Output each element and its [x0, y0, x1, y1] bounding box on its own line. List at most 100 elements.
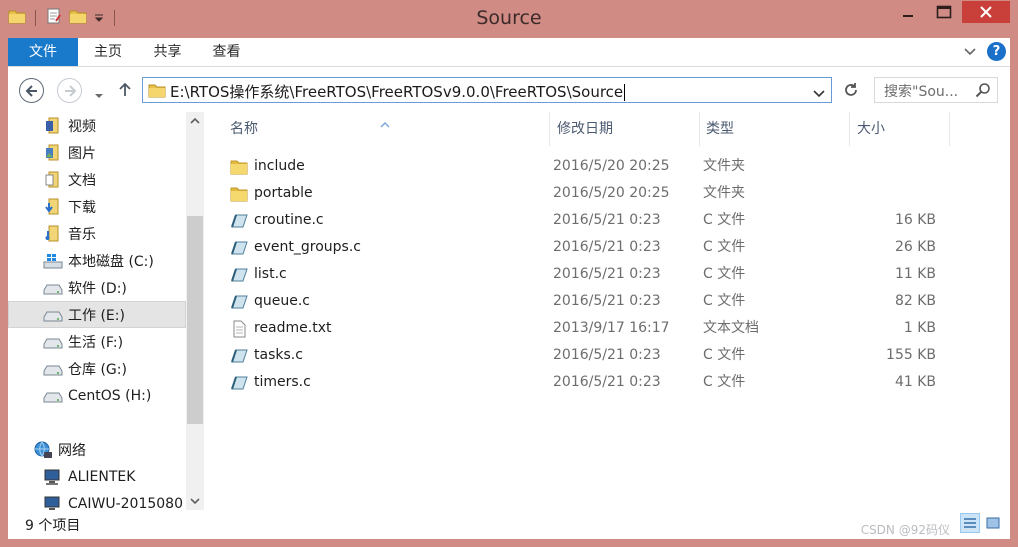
- file-name: list.c: [254, 266, 287, 282]
- watermark: CSDN @92码仪: [860, 523, 950, 537]
- search-placeholder: 搜索"Sou...: [884, 84, 959, 100]
- column-divider[interactable]: [849, 112, 850, 146]
- sidebar-item-downloads[interactable]: 下载: [8, 193, 186, 220]
- minimize-button[interactable]: [890, 1, 926, 23]
- file-row-list[interactable]: list.c 2016/5/21 0:23 C 文件 11 KB: [230, 261, 970, 288]
- view-switcher: [960, 513, 1003, 533]
- file-date: 2016/5/20 20:25: [553, 185, 670, 201]
- sidebar-item-network[interactable]: 网络: [8, 436, 186, 463]
- file-row-portable[interactable]: portable 2016/5/20 20:25 文件夹: [230, 180, 970, 207]
- file-size: 11 KB: [894, 266, 936, 282]
- tab-view[interactable]: 查看: [197, 38, 256, 66]
- file-row-timers[interactable]: timers.c 2016/5/21 0:23 C 文件 41 KB: [230, 369, 970, 396]
- sidebar-item-label: CAIWU-2015080: [68, 495, 183, 511]
- refresh-button[interactable]: [840, 79, 862, 101]
- folder-icon: [230, 158, 248, 176]
- file-type: 文本文档: [703, 320, 759, 336]
- file-date: 2016/5/21 0:23: [553, 266, 661, 282]
- help-icon[interactable]: ?: [987, 42, 1006, 61]
- column-divider[interactable]: [549, 112, 550, 146]
- file-date: 2016/5/21 0:23: [553, 239, 661, 255]
- sidebar-item-drive-d[interactable]: 软件 (D:): [8, 274, 186, 301]
- file-row-tasks[interactable]: tasks.c 2016/5/21 0:23 C 文件 155 KB: [230, 342, 970, 369]
- file-size: 16 KB: [894, 212, 936, 228]
- sidebar-item-label: 软件 (D:): [68, 280, 127, 297]
- forward-button[interactable]: [57, 78, 82, 103]
- folder-icon: [148, 81, 166, 103]
- sidebar-item-alientek[interactable]: ALIENTEK: [8, 463, 186, 490]
- expand-ribbon-icon[interactable]: [963, 42, 977, 61]
- file-row-readme[interactable]: readme.txt 2013/9/17 16:17 文本文档 1 KB: [230, 315, 970, 342]
- file-name: queue.c: [254, 293, 311, 309]
- sidebar-item-videos[interactable]: 视频: [8, 112, 186, 139]
- window-title: Source: [476, 7, 542, 29]
- large-icons-view-button[interactable]: [983, 513, 1003, 533]
- tab-file[interactable]: 文件: [8, 38, 78, 66]
- file-size: 155 KB: [886, 347, 936, 363]
- sidebar-item-drive-g[interactable]: 仓库 (G:): [8, 355, 186, 382]
- column-header-date[interactable]: 修改日期: [557, 112, 613, 146]
- drive-icon: [42, 333, 64, 351]
- sidebar-item-caiwu[interactable]: CAIWU-2015080: [8, 490, 186, 510]
- windows-drive-icon: [42, 252, 64, 270]
- file-size: 82 KB: [894, 293, 936, 309]
- back-button[interactable]: [19, 78, 44, 103]
- sidebar-item-drive-f[interactable]: 生活 (F:): [8, 328, 186, 355]
- tab-share[interactable]: 共享: [138, 38, 197, 66]
- item-count: 9 个项目: [25, 518, 81, 534]
- file-date: 2016/5/21 0:23: [553, 347, 661, 363]
- sidebar-item-music[interactable]: 音乐: [8, 220, 186, 247]
- tab-home[interactable]: 主页: [78, 38, 138, 66]
- file-row-queue[interactable]: queue.c 2016/5/21 0:23 C 文件 82 KB: [230, 288, 970, 315]
- details-view-button[interactable]: [960, 513, 980, 533]
- search-icon[interactable]: [975, 82, 991, 102]
- column-header-type[interactable]: 类型: [706, 112, 734, 146]
- sidebar-item-label: 网络: [58, 442, 86, 459]
- search-input[interactable]: 搜索"Sou...: [874, 77, 998, 103]
- file-list: 名称 修改日期 类型 大小 include 2016/5/20 20:25 文件…: [205, 112, 1010, 510]
- column-header-size[interactable]: 大小: [857, 112, 885, 146]
- sidebar-item-label: 下载: [68, 199, 96, 216]
- recent-locations-icon[interactable]: [94, 85, 104, 104]
- sidebar-item-documents[interactable]: 文档: [8, 166, 186, 193]
- file-type: C 文件: [703, 374, 746, 390]
- sidebar-item-drive-h[interactable]: CentOS (H:): [8, 382, 186, 409]
- file-type: C 文件: [703, 347, 746, 363]
- file-name: event_groups.c: [254, 239, 361, 255]
- sidebar-item-pictures[interactable]: 图片: [8, 139, 186, 166]
- column-divider[interactable]: [699, 112, 700, 146]
- file-name: include: [254, 158, 305, 174]
- file-size: 26 KB: [894, 239, 936, 255]
- file-type: 文件夹: [703, 158, 745, 174]
- file-row-event-groups[interactable]: event_groups.c 2016/5/21 0:23 C 文件 26 KB: [230, 234, 970, 261]
- scroll-down-icon[interactable]: [186, 492, 204, 510]
- column-header-name[interactable]: 名称: [230, 112, 258, 146]
- file-date: 2016/5/21 0:23: [553, 212, 661, 228]
- sidebar-item-label: 生活 (F:): [68, 334, 124, 351]
- c-file-icon: [230, 347, 248, 365]
- sidebar-item-label: 文档: [68, 172, 96, 189]
- up-arrow-icon[interactable]: [118, 81, 132, 101]
- column-divider[interactable]: [949, 112, 950, 146]
- sidebar-item-label: 工作 (E:): [68, 307, 125, 324]
- address-bar[interactable]: E:\RTOS操作系统\FreeRTOS\FreeRTOSv9.0.0\Free…: [142, 77, 832, 103]
- file-row-include[interactable]: include 2016/5/20 20:25 文件夹: [230, 153, 970, 180]
- file-type: C 文件: [703, 266, 746, 282]
- navigation-pane: 视频 图片 文档 下载 音乐 本地磁盘 (C:) 软件 (D:) 工作 (E:)…: [8, 112, 205, 510]
- file-date: 2016/5/20 20:25: [553, 158, 670, 174]
- network-icon: [32, 441, 54, 459]
- address-dropdown-icon[interactable]: [813, 84, 825, 103]
- scrollbar-thumb[interactable]: [187, 216, 203, 424]
- address-path: E:\RTOS操作系统\FreeRTOS\FreeRTOSv9.0.0\Free…: [170, 83, 624, 101]
- navigation-bar: E:\RTOS操作系统\FreeRTOS\FreeRTOSv9.0.0\Free…: [8, 67, 1010, 112]
- close-button[interactable]: [962, 1, 1010, 23]
- sidebar-item-label: 图片: [68, 145, 96, 162]
- scroll-up-icon[interactable]: [186, 112, 204, 130]
- file-date: 2016/5/21 0:23: [553, 374, 661, 390]
- sidebar-item-drive-e[interactable]: 工作 (E:): [8, 301, 186, 328]
- file-row-croutine[interactable]: croutine.c 2016/5/21 0:23 C 文件 16 KB: [230, 207, 970, 234]
- sidebar-item-drive-c[interactable]: 本地磁盘 (C:): [8, 247, 186, 274]
- navigation-pane-scrollbar[interactable]: [186, 112, 204, 510]
- c-file-icon: [230, 212, 248, 230]
- maximize-button[interactable]: [926, 1, 962, 23]
